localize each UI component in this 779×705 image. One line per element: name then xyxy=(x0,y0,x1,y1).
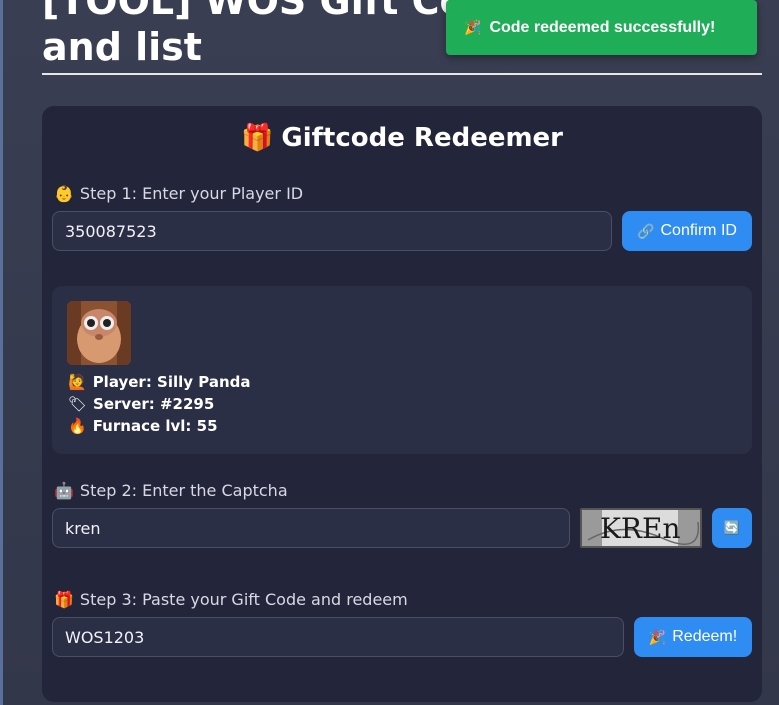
card-title-text: Giftcode Redeemer xyxy=(281,123,564,153)
party-popper-icon: 🎉 xyxy=(464,19,482,35)
person-icon: 👶 xyxy=(54,184,74,203)
gift-code-input[interactable]: WOS1203 xyxy=(52,617,624,657)
step2-label-text: Step 2: Enter the Captcha xyxy=(79,481,288,500)
player-furnace-text: Furnace lvl: 55 xyxy=(92,417,218,435)
player-server-text: Server: #2295 xyxy=(93,395,215,413)
captcha-image: KREn xyxy=(580,508,702,548)
toast-text: Code redeemed successfully! xyxy=(489,18,716,36)
gift-icon: 🎁 xyxy=(54,590,74,609)
captcha-text: KREn xyxy=(600,512,680,545)
refresh-icon: 🔄 xyxy=(723,520,741,535)
confirm-id-label: Confirm ID xyxy=(660,222,737,239)
gift-icon: 🎁 xyxy=(240,123,274,153)
title-divider xyxy=(42,73,762,75)
redeem-label: Redeem! xyxy=(672,628,738,645)
player-id-input[interactable]: 350087523 xyxy=(52,211,612,251)
captcha-input[interactable]: kren xyxy=(52,508,570,548)
tag-icon: 🏷 xyxy=(68,395,88,413)
redeem-button[interactable]: 🎉 Redeem! xyxy=(634,617,752,657)
player-server: 🏷 Server: #2295 xyxy=(68,395,214,413)
success-toast[interactable]: 🎉 Code redeemed successfully! xyxy=(446,0,757,55)
step2-label: 🤖 Step 2: Enter the Captcha xyxy=(54,481,288,500)
window-edge xyxy=(0,0,3,705)
avatar xyxy=(67,301,131,365)
giftcode-redeemer-card: 🎁 Giftcode Redeemer 👶 Step 1: Enter your P… xyxy=(42,106,762,702)
step3-label-text: Step 3: Paste your Gift Code and redeem xyxy=(79,590,408,609)
confirm-id-button[interactable]: 🔗 Confirm ID xyxy=(622,211,752,251)
step1-label-text: Step 1: Enter your Player ID xyxy=(79,184,304,203)
person-raising-hand-icon: 🙋 xyxy=(68,373,87,391)
player-furnace: 🔥 Furnace lvl: 55 xyxy=(68,417,218,435)
step3-label: 🎁 Step 3: Paste your Gift Code and redeem xyxy=(54,590,408,609)
refresh-captcha-button[interactable]: 🔄 xyxy=(712,508,752,548)
fire-icon: 🔥 xyxy=(68,417,87,435)
card-heading: 🎁 Giftcode Redeemer xyxy=(42,123,762,153)
player-info-panel: 🙋 Player: Silly Panda 🏷 Server: #2295 🔥 Fur… xyxy=(52,286,752,454)
player-name: 🙋 Player: Silly Panda xyxy=(68,373,251,391)
robot-icon: 🤖 xyxy=(54,481,74,500)
link-icon: 🔗 xyxy=(637,222,655,239)
step1-label: 👶 Step 1: Enter your Player ID xyxy=(54,184,303,203)
party-popper-icon: 🎉 xyxy=(648,628,667,645)
player-name-text: Player: Silly Panda xyxy=(92,373,251,391)
